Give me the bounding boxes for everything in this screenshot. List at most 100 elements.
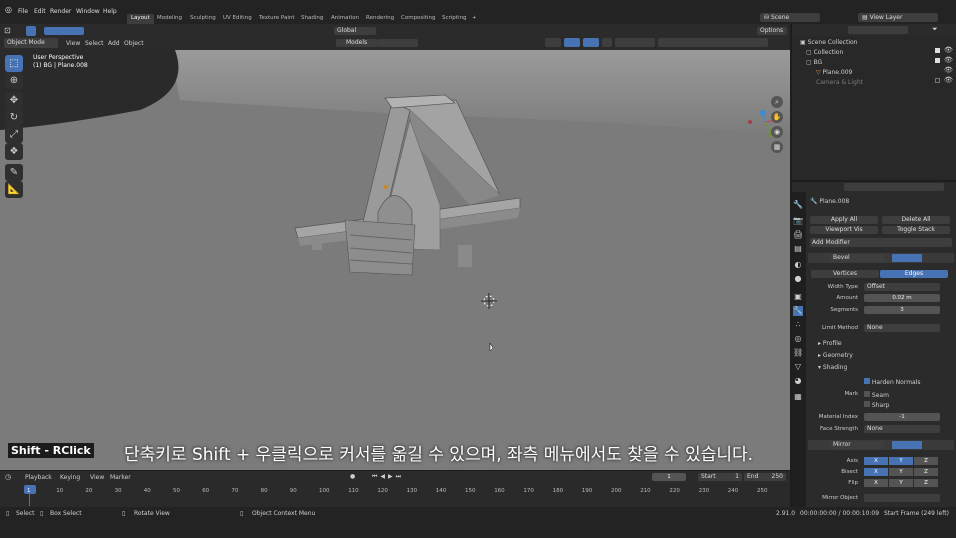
width-type-dropdown[interactable]: Offset: [864, 283, 940, 291]
timeline-menu-view[interactable]: View: [90, 474, 104, 481]
editor-type-icon[interactable]: ⊡: [4, 26, 11, 35]
tab-compositing[interactable]: Compositing: [397, 14, 439, 24]
timeline-menu-playback[interactable]: Playback: [25, 474, 52, 481]
camera-view-icon[interactable]: ◉: [771, 126, 783, 138]
tab-shading[interactable]: Shading: [297, 14, 327, 24]
particles-tab-icon[interactable]: ∴: [793, 320, 803, 330]
limit-method-dropdown[interactable]: None: [864, 324, 940, 332]
flip-z-toggle[interactable]: Z: [914, 479, 938, 487]
snap-search-field[interactable]: [378, 39, 418, 47]
axis-x-toggle[interactable]: X: [864, 457, 888, 465]
playback-controls-icon[interactable]: ⏮◀▶⏭: [372, 473, 404, 481]
menu-file[interactable]: File: [18, 8, 28, 15]
view-layer-tab-icon[interactable]: ▤: [793, 244, 803, 254]
transform-tool-icon[interactable]: ❖: [5, 143, 23, 160]
viewport-vis-button[interactable]: Viewport Vis: [810, 226, 878, 234]
visibility-icon[interactable]: [545, 38, 561, 47]
menu-help[interactable]: Help: [103, 8, 117, 15]
tab-animation[interactable]: Animation: [327, 14, 363, 24]
gizmo-toggle-icon[interactable]: [564, 38, 580, 47]
mirror-object-field[interactable]: [864, 494, 940, 502]
checkbox-icon[interactable]: [935, 58, 940, 63]
scene-selector[interactable]: ⛁ Scene: [760, 13, 820, 22]
end-frame-field[interactable]: End 250: [744, 473, 786, 481]
outliner-item-bg[interactable]: ▢ BG: [806, 59, 822, 66]
timeline-menu-marker[interactable]: Marker: [110, 474, 131, 481]
viewport-menu-select[interactable]: Select: [85, 40, 104, 47]
material-index-field[interactable]: -1: [864, 413, 940, 421]
tab-uv-editing[interactable]: UV Editing: [219, 14, 256, 24]
axis-z-toggle[interactable]: Z: [914, 457, 938, 465]
constraints-tab-icon[interactable]: ⛓: [793, 348, 803, 358]
ortho-toggle-icon[interactable]: ▦: [771, 141, 783, 153]
eye-icon[interactable]: 👁: [944, 56, 953, 64]
data-tab-icon[interactable]: ▽: [793, 362, 803, 372]
overlay-toggle-icon[interactable]: [583, 38, 599, 47]
scene-tab-icon[interactable]: ◐: [793, 260, 803, 270]
profile-subpanel[interactable]: ▸ Profile: [818, 340, 842, 347]
add-modifier-dropdown[interactable]: Add Modifier: [810, 238, 952, 247]
object-visibility-icons[interactable]: [658, 38, 768, 47]
tool-tab-icon[interactable]: 🔧: [793, 200, 803, 210]
tab-rendering[interactable]: Rendering: [362, 14, 398, 24]
sharp-checkbox[interactable]: Sharp: [864, 401, 890, 409]
delete-all-button[interactable]: Delete All: [882, 216, 950, 224]
object-tab-icon[interactable]: ▣: [793, 292, 803, 302]
select-tool-icon[interactable]: ⬚: [5, 55, 23, 72]
eye-icon[interactable]: 👁: [944, 46, 953, 54]
outliner-item-collection[interactable]: ▢ Collection: [806, 49, 843, 56]
rotate-tool-icon[interactable]: ↻: [5, 109, 23, 126]
bisect-z-toggle[interactable]: Z: [914, 468, 938, 476]
tab-modeling[interactable]: Modeling: [153, 14, 186, 24]
tab-sculpting[interactable]: Sculpting: [186, 14, 220, 24]
record-icon[interactable]: ●: [350, 473, 355, 480]
pan-hand-icon[interactable]: ✋: [771, 111, 783, 123]
segments-field[interactable]: 3: [864, 306, 940, 314]
bevel-edges-tab[interactable]: Edges: [880, 270, 948, 278]
orientation-dropdown[interactable]: Global: [334, 27, 376, 35]
modifier-visibility-icons[interactable]: [892, 441, 922, 449]
amount-field[interactable]: 0.02 m: [864, 294, 940, 302]
seam-checkbox[interactable]: Seam: [864, 391, 889, 399]
checkbox-icon[interactable]: [935, 78, 940, 83]
scale-tool-icon[interactable]: ⤢: [5, 126, 23, 143]
bevel-modifier-header[interactable]: Bevel: [808, 253, 954, 263]
timeline-menu-keying[interactable]: Keying: [60, 474, 80, 481]
mirror-name-field[interactable]: Mirror: [830, 441, 884, 449]
modifier-tab-icon[interactable]: 🔧: [793, 306, 803, 316]
physics-tab-icon[interactable]: ◎: [793, 334, 803, 344]
tab-layout[interactable]: Layout: [127, 14, 154, 24]
menu-render[interactable]: Render: [50, 8, 71, 15]
3d-viewport[interactable]: User Perspective (1) BG | Plane.008 ⬚ ⊕ …: [0, 50, 790, 470]
move-tool-icon[interactable]: ✥: [5, 92, 23, 109]
eye-icon[interactable]: 👁: [944, 66, 953, 74]
flip-y-toggle[interactable]: Y: [889, 479, 913, 487]
world-tab-icon[interactable]: ●: [793, 274, 803, 284]
outliner-item-plane[interactable]: ▽ Plane.009: [816, 69, 852, 76]
bisect-y-toggle[interactable]: Y: [889, 468, 913, 476]
pivot-dropdown[interactable]: Models: [336, 39, 378, 47]
harden-normals-checkbox[interactable]: Harden Normals: [864, 378, 921, 386]
timeline-editor-icon[interactable]: ◷: [5, 473, 11, 481]
view-layer-selector[interactable]: ▤ View Layer: [858, 13, 938, 22]
flip-x-toggle[interactable]: X: [864, 479, 888, 487]
tab-scripting[interactable]: Scripting: [438, 14, 470, 24]
modifier-visibility-icons[interactable]: [892, 254, 922, 262]
shading-subpanel[interactable]: ▾ Shading: [818, 364, 847, 371]
texture-tab-icon[interactable]: ▦: [793, 392, 803, 402]
annotate-tool-icon[interactable]: ✎: [5, 164, 23, 181]
measure-tool-icon[interactable]: 📐: [5, 181, 23, 198]
zoom-icon[interactable]: ⌕: [771, 96, 783, 108]
apply-all-button[interactable]: Apply All: [810, 216, 878, 224]
viewport-menu-object[interactable]: Object: [124, 40, 144, 47]
select-mode-buttons[interactable]: [44, 27, 84, 35]
timeline-area[interactable]: [0, 483, 790, 507]
cursor-tool-icon[interactable]: ⊕: [5, 72, 23, 89]
bevel-name-field[interactable]: Bevel: [830, 254, 884, 262]
xray-icon[interactable]: [602, 38, 612, 47]
outliner-search-input[interactable]: [848, 26, 908, 34]
mirror-modifier-header[interactable]: Mirror: [808, 440, 954, 450]
geometry-subpanel[interactable]: ▸ Geometry: [818, 352, 853, 359]
material-tab-icon[interactable]: ◕: [793, 376, 803, 386]
current-frame-field[interactable]: 1: [652, 473, 686, 481]
